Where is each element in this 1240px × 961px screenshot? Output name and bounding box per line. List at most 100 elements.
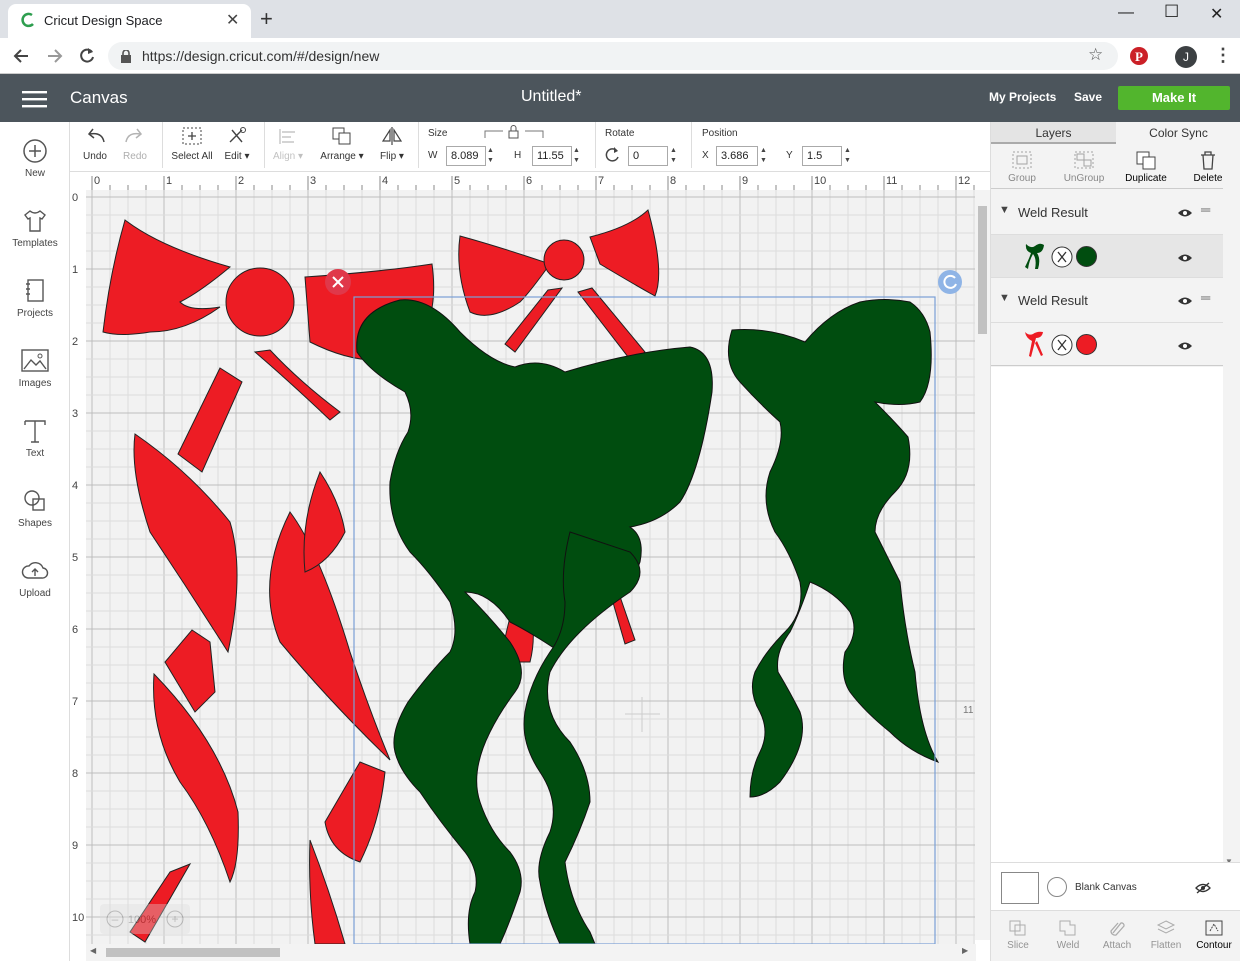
vertical-scrollbar-thumb[interactable] [978,206,987,334]
x-input[interactable]: 3.686 [716,146,758,166]
sidebar-item-label: Shapes [18,518,52,529]
sidebar-item-projects[interactable]: Projects [0,278,70,319]
flatten-button[interactable]: Flatten [1141,919,1191,951]
select-all-button[interactable]: Select All [168,126,216,162]
sidebar-item-images[interactable]: Images [0,348,70,389]
save-button[interactable]: Save [1074,90,1102,104]
svg-text:P: P [1135,49,1143,64]
top-ruler [70,172,975,190]
sidebar-item-new[interactable]: New [0,138,70,179]
bookmark-star-icon[interactable]: ☆ [1088,45,1103,65]
rotate-input[interactable]: 0 [628,146,668,166]
layer-item-red[interactable] [991,322,1223,366]
ruler-left-label: 7 [72,696,78,708]
weld-icon [1059,920,1076,936]
document-title: Untitled* [521,88,582,105]
height-stepper[interactable]: ▲ ▼ [573,146,580,166]
height-input[interactable]: 11.55 [532,146,572,166]
drag-handle-icon[interactable]: ═ [1201,290,1210,305]
minimize-icon[interactable]: — [1118,4,1134,22]
horizontal-scrollbar[interactable]: ◀ ▶ [86,944,976,961]
scroll-right-arrow[interactable]: ▶ [962,946,968,955]
slice-button[interactable]: Slice [993,919,1043,951]
ungroup-button[interactable]: UnGroup [1056,150,1112,184]
rotate-handle-icon[interactable] [938,270,962,294]
visibility-eye-icon[interactable] [1177,341,1193,351]
hamburger-menu-icon[interactable] [22,90,48,108]
hidden-eye-icon[interactable] [1195,882,1211,894]
align-dropdown[interactable]: Align ▾ [270,126,306,162]
reload-icon[interactable] [78,47,96,65]
x-label: X [702,150,709,161]
arrange-dropdown[interactable]: Arrange ▾ [316,126,368,162]
tab-color-sync[interactable]: Color Sync [1116,122,1240,144]
layer-color-swatch[interactable] [1076,334,1097,355]
visibility-eye-icon[interactable] [1177,296,1193,306]
back-icon[interactable] [12,47,30,65]
tab-layers[interactable]: Layers [991,122,1116,144]
weld-button[interactable]: Weld [1043,919,1093,951]
lock-aspect-icon[interactable] [483,124,545,140]
collapse-caret-icon[interactable]: ▼ [999,204,1010,216]
blank-canvas-row[interactable]: Blank Canvas [991,862,1240,910]
drag-handle-icon[interactable]: ═ [1201,202,1210,217]
new-tab-icon[interactable]: + [260,6,273,32]
undo-button[interactable]: Undo [80,126,110,162]
flip-dropdown[interactable]: Flip ▾ [374,126,410,162]
visibility-eye-icon[interactable] [1177,208,1193,218]
collapse-caret-icon[interactable]: ▼ [999,292,1010,304]
vertical-scrollbar[interactable] [975,190,990,940]
redo-button[interactable]: Redo [120,126,150,162]
width-stepper[interactable]: ▲ ▼ [487,146,494,166]
profile-avatar[interactable]: J [1175,46,1197,68]
width-input[interactable]: 8.089 [446,146,486,166]
sidebar-item-shapes[interactable]: Shapes [0,488,70,529]
y-stepper[interactable]: ▲ ▼ [844,146,851,166]
delete-handle-icon[interactable] [325,269,351,295]
sidebar-item-text[interactable]: Text [0,418,70,459]
contour-button[interactable]: Contour [1189,919,1239,951]
maximize-icon[interactable]: ☐ [1164,2,1179,22]
height-label: H [514,150,522,161]
cut-blade-icon[interactable] [1051,334,1073,356]
ruler-top-label: 8 [670,175,676,187]
my-projects-link[interactable]: My Projects [989,90,1056,104]
sidebar-item-templates[interactable]: Templates [0,208,70,249]
y-input[interactable]: 1.5 [802,146,842,166]
zoom-control[interactable]: – 100% + [100,904,190,934]
browser-tab[interactable]: Cricut Design Space ✕ [8,4,251,38]
browser-menu-icon[interactable]: ⋮ [1214,45,1232,66]
layer-color-swatch[interactable] [1076,246,1097,267]
group-button[interactable]: Group [994,150,1050,184]
pinterest-icon[interactable]: P [1129,46,1149,66]
cut-blade-icon[interactable] [1051,246,1073,268]
blank-canvas-swatch[interactable] [1001,872,1039,904]
size-label: Size [428,128,448,139]
scroll-left-arrow[interactable]: ◀ [90,946,96,955]
section-title: Canvas [70,88,128,107]
sidebar-item-upload[interactable]: Upload [0,558,70,599]
horizontal-scrollbar-thumb[interactable] [106,948,280,957]
canvas-drawing[interactable]: 0 1 2 3 4 5 6 7 8 9 10 11 12 012345678910 [70,172,975,944]
x-stepper[interactable]: ▲ ▼ [760,146,767,166]
rotate-stepper[interactable]: ▲ ▼ [670,146,677,166]
make-it-button[interactable]: Make It [1118,86,1230,110]
canvas-color-swatch[interactable] [1047,877,1067,897]
design-canvas[interactable]: 0 1 2 3 4 5 6 7 8 9 10 11 12 0 1 2 3 4 5 6 7 8 9 10 [70,172,975,944]
layer-group-header[interactable]: ▼ Weld Result ═ [991,278,1223,322]
duplicate-button[interactable]: Duplicate [1118,150,1174,184]
forward-icon[interactable] [46,47,64,65]
url-field[interactable]: https://design.cricut.com/#/design/new ☆ [108,42,1118,70]
visibility-eye-icon[interactable] [1177,253,1193,263]
layer-item-green[interactable] [991,234,1223,278]
attach-button[interactable]: Attach [1092,919,1142,951]
address-bar: https://design.cricut.com/#/design/new ☆… [0,38,1240,74]
tab-close-icon[interactable]: ✕ [226,10,239,30]
sidebar-item-label: Upload [19,588,51,599]
shapes-icon [24,490,45,511]
delete-button[interactable]: Delete [1180,150,1236,184]
layer-group-header[interactable]: ▼ Weld Result ═ [991,190,1223,234]
window-close-icon[interactable]: ✕ [1210,4,1223,24]
edit-dropdown[interactable]: Edit ▾ [220,126,254,162]
delete-label: Delete [1193,173,1223,184]
